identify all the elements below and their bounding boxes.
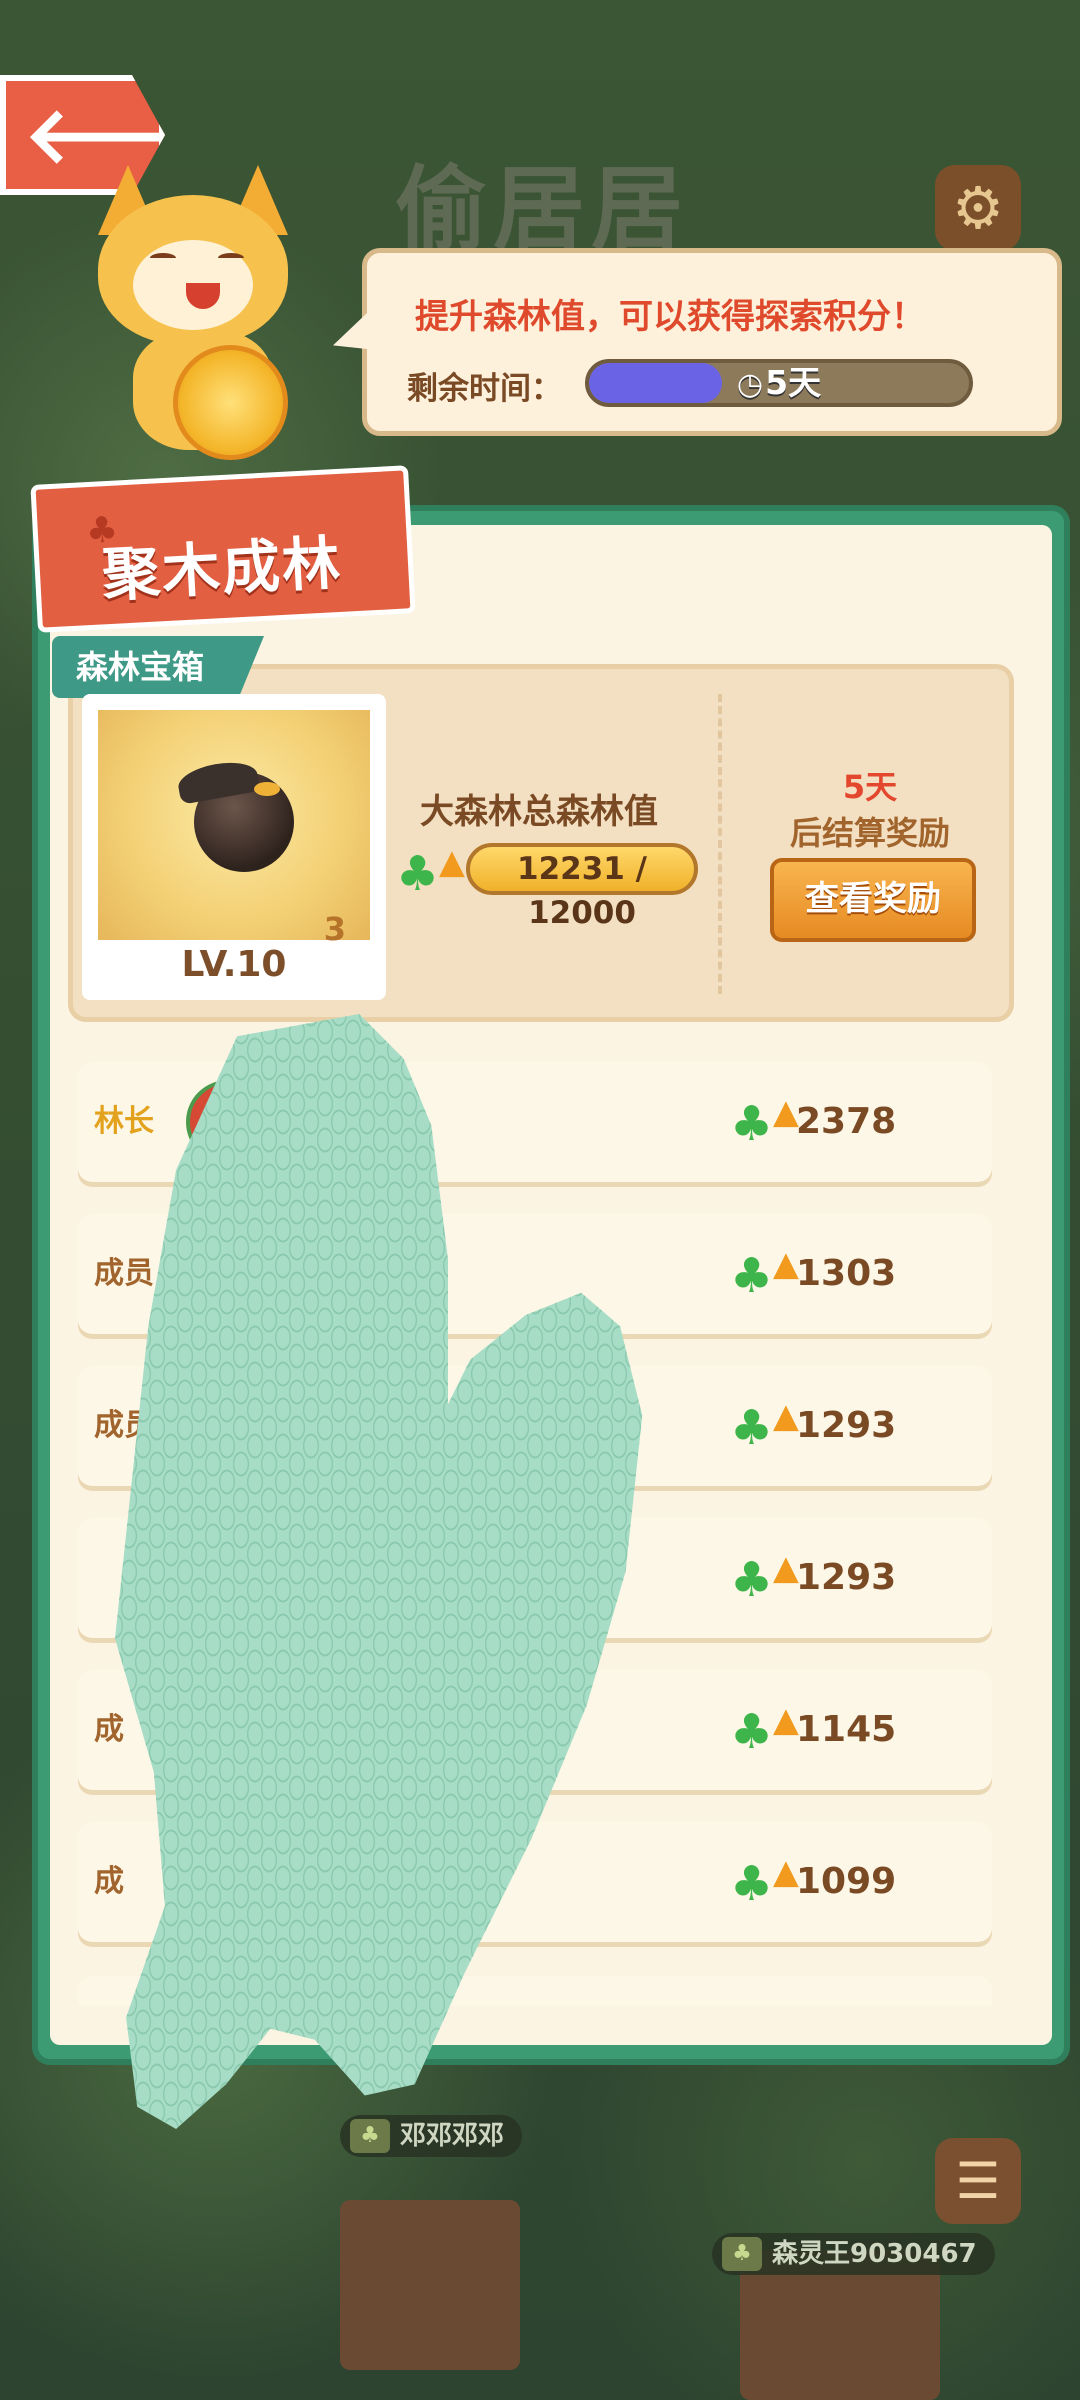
dashed-divider xyxy=(718,694,722,994)
clover-up-icon: ♣▲ xyxy=(396,842,465,902)
clover-up-icon: ♣▲ xyxy=(730,1548,799,1608)
member-score: 2378 xyxy=(796,1101,897,1142)
member-score: 1293 xyxy=(796,1557,897,1598)
member-score: 1145 xyxy=(796,1709,897,1750)
remaining-time-text: 5天 xyxy=(765,363,822,402)
member-role: 成员 xyxy=(94,1256,154,1291)
tip-bubble: 提升森林值，可以获得探索积分！ 剩余时间： ◷5天 xyxy=(362,248,1062,436)
gold-coin-icon xyxy=(173,345,288,460)
clover-up-icon: ♣▲ xyxy=(730,1244,799,1304)
title-ribbon: ♣ 聚木成林 xyxy=(30,465,416,633)
background-player-label: ♣ 邓邓邓邓 xyxy=(340,2115,523,2157)
chest-level: LV.10 xyxy=(181,944,287,985)
gear-icon[interactable]: ⚙ xyxy=(935,165,1021,251)
cat-mascot xyxy=(78,165,318,465)
background-player-label: ♣ 森灵王9030467 xyxy=(712,2233,995,2275)
contact-card-icon[interactable]: ☰ xyxy=(935,2138,1021,2224)
chest-count: 3 xyxy=(323,910,346,948)
member-role: 成 xyxy=(94,1864,124,1899)
clover-up-icon: ♣▲ xyxy=(730,1852,799,1912)
tip-text: 提升森林值，可以获得探索积分！ xyxy=(415,297,925,337)
clock-icon: ◷ xyxy=(736,367,764,402)
member-score: 1303 xyxy=(796,1253,897,1294)
settle-text: 后结算奖励 xyxy=(789,814,950,852)
chest-tag: 森林宝箱 xyxy=(52,636,264,698)
member-score: 1293 xyxy=(796,1405,897,1446)
settle-days: 5天 xyxy=(842,768,898,806)
remaining-time-value: ◷5天 xyxy=(589,363,969,403)
total-forest-value: 12231 / 12000 xyxy=(466,843,698,931)
treasure-chest-icon xyxy=(194,772,294,872)
total-forest-label: 大森林总森林值 xyxy=(420,792,658,832)
clover-badge-icon: ♣ xyxy=(350,2119,390,2153)
background-house xyxy=(340,2200,520,2370)
member-score: 1099 xyxy=(796,1861,897,1902)
clover-up-icon: ♣▲ xyxy=(730,1092,799,1152)
remaining-time-bar: ◷5天 xyxy=(585,359,973,407)
clover-badge-icon: ♣ xyxy=(722,2237,762,2271)
view-reward-button[interactable]: 查看奖励 xyxy=(770,858,976,942)
clover-up-icon: ♣▲ xyxy=(730,1396,799,1456)
player-name: 邓邓邓邓 xyxy=(400,2121,505,2151)
panel-title: 聚木成林 xyxy=(100,528,344,610)
remaining-time-label: 剩余时间： xyxy=(407,371,562,407)
member-role: 成 xyxy=(94,1712,124,1747)
chest-card[interactable]: 3 LV.10 xyxy=(82,694,386,1000)
clover-up-icon: ♣▲ xyxy=(730,1700,799,1760)
player-name: 森灵王9030467 xyxy=(772,2239,977,2269)
chest-image: 3 xyxy=(98,710,370,948)
member-role: 林长 xyxy=(94,1104,154,1139)
